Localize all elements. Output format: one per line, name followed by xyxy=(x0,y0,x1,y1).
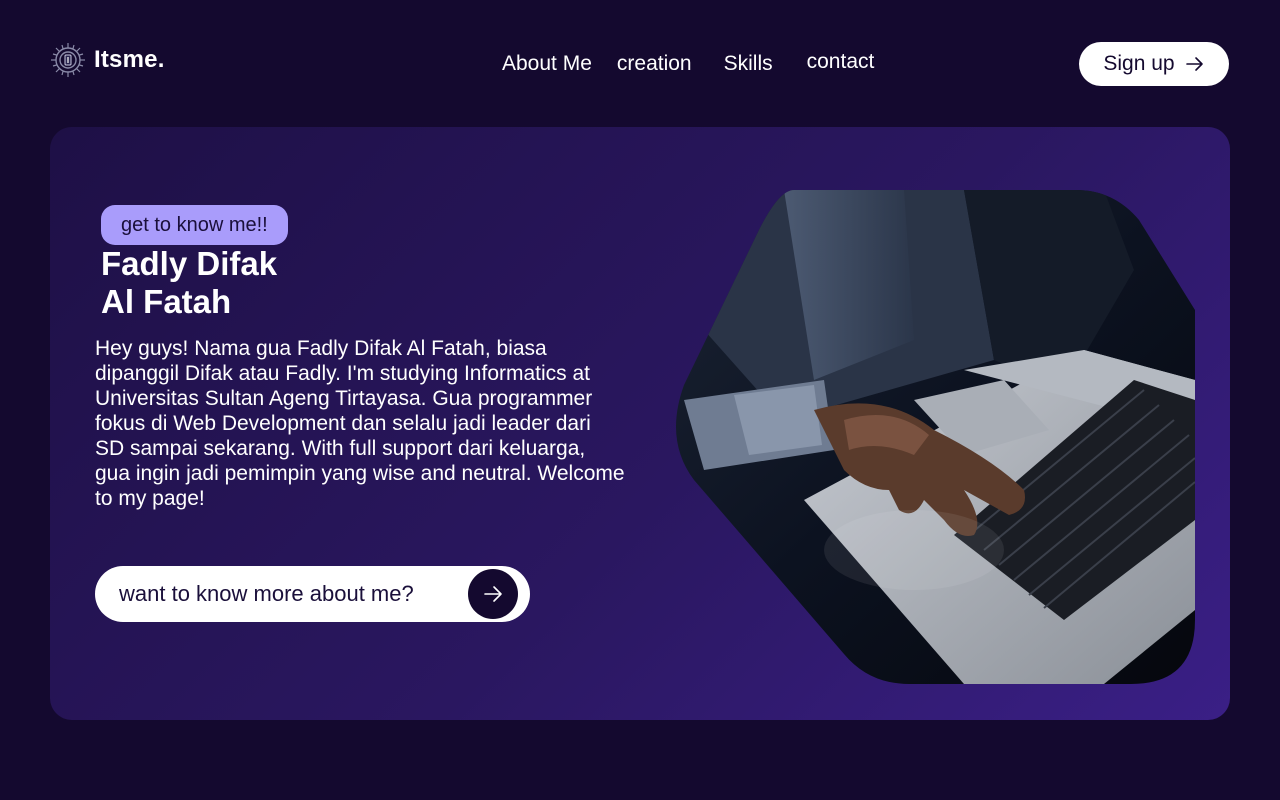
hexagon-photo-frame xyxy=(676,190,1195,684)
hero-name-line2: Al Fatah xyxy=(101,283,232,320)
main-nav: About Me creation Skills contact xyxy=(502,50,874,78)
hero-bio: Hey guys! Nama gua Fadly Difak Al Fatah,… xyxy=(95,337,625,510)
hero-name-line1: Fadly Difak xyxy=(101,245,278,282)
nav-item-contact[interactable]: contact xyxy=(807,48,875,76)
hero-card: get to know me!! Fadly Difak Al Fatah He… xyxy=(50,127,1230,720)
know-more-button[interactable]: want to know more about me? xyxy=(95,566,530,622)
nav-item-about-me[interactable]: About Me xyxy=(502,50,592,78)
brand-name: Itsme. xyxy=(94,46,165,73)
arrow-right-icon xyxy=(484,586,502,602)
landing-page: Itsme. About Me creation Skills contact … xyxy=(0,0,1280,800)
circuit-chip-icon xyxy=(51,43,85,77)
know-more-arrow xyxy=(468,569,518,619)
intro-badge: get to know me!! xyxy=(101,205,288,245)
arrow-right-icon xyxy=(1185,57,1203,71)
nav-item-creation[interactable]: creation xyxy=(617,50,692,78)
signup-button[interactable]: Sign up xyxy=(1079,42,1229,86)
know-more-label: want to know more about me? xyxy=(119,581,414,606)
brand-logo[interactable]: Itsme. xyxy=(50,42,165,78)
hero-name: Fadly Difak Al Fatah xyxy=(101,245,401,321)
signup-label: Sign up xyxy=(1103,52,1175,75)
laptop-typing-photo xyxy=(664,190,1195,684)
site-header: Itsme. About Me creation Skills contact … xyxy=(0,0,1280,120)
nav-item-skills[interactable]: Skills xyxy=(724,50,773,78)
